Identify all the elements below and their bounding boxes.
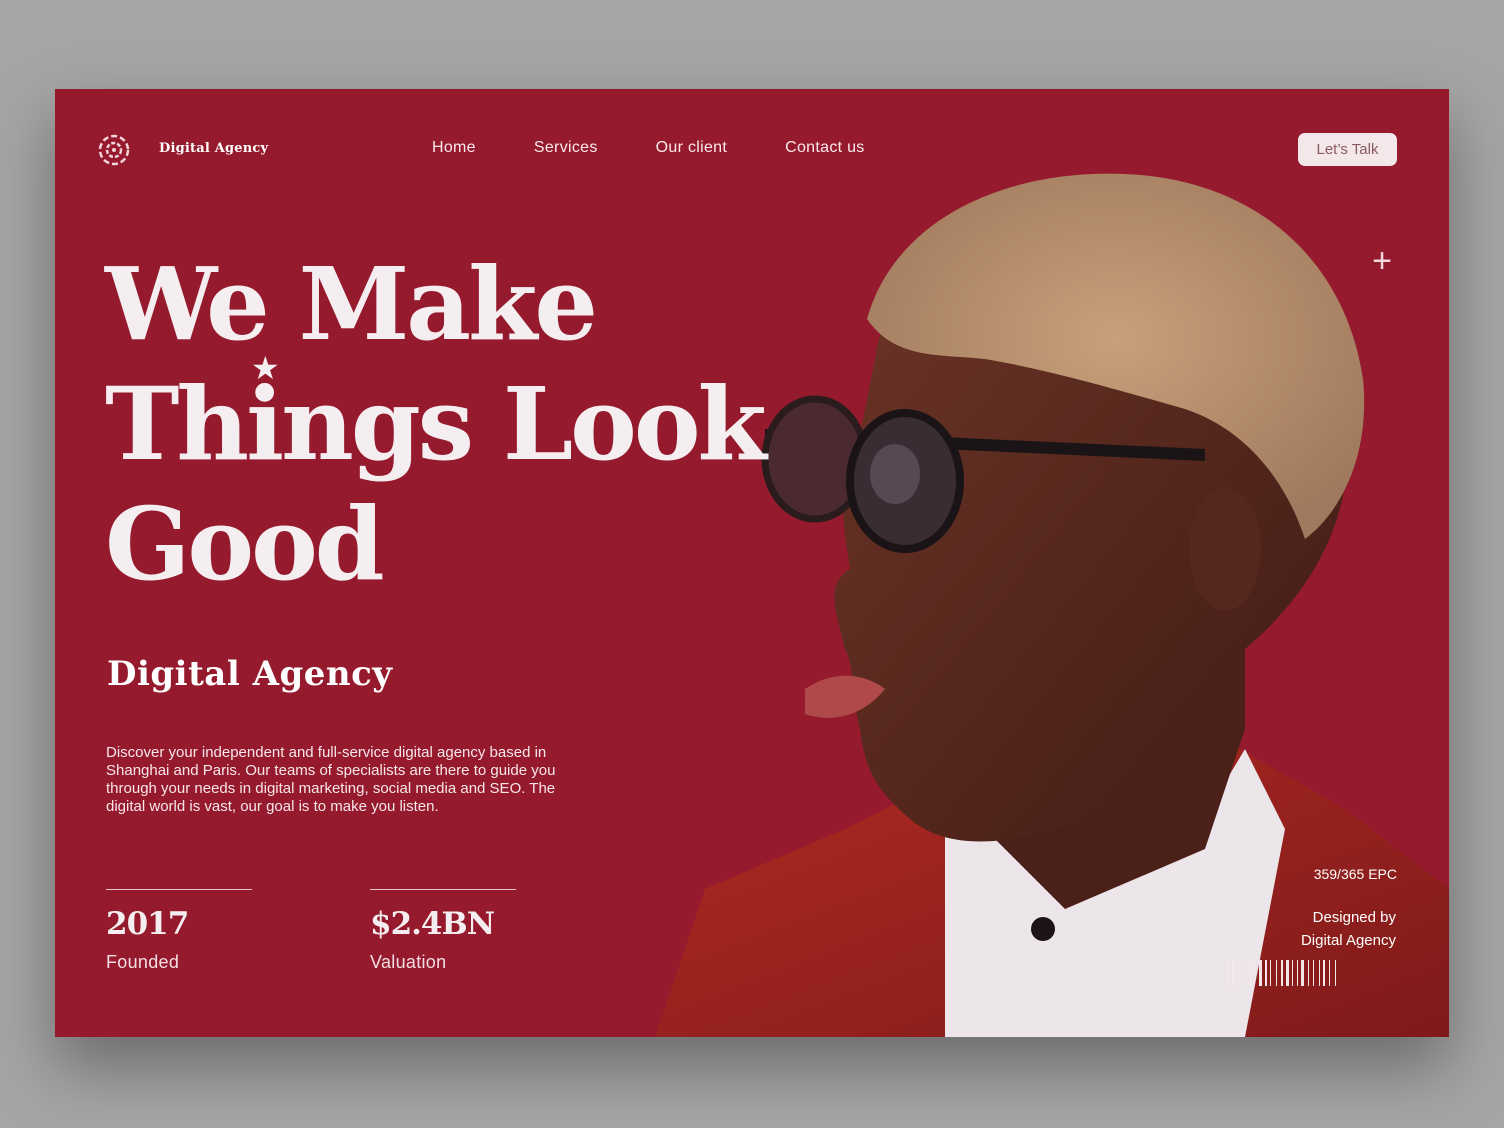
hero-headline: We Make Things Look Good ★: [105, 244, 767, 604]
epc-label: 359/365 EPC: [1313, 866, 1397, 882]
hero-subtitle: Digital Agency: [107, 654, 393, 694]
headline-line-1: We Make: [105, 245, 598, 363]
headline-line-3: Good: [105, 485, 385, 603]
nav-item-contact-us[interactable]: Contact us: [785, 139, 864, 157]
lets-talk-button[interactable]: Let’s Talk: [1298, 133, 1397, 166]
main-nav: Home Services Our client Contact us: [432, 139, 865, 157]
designed-by: Designed by Digital Agency: [1301, 906, 1396, 952]
stat-label: Valuation: [370, 952, 447, 972]
stat-value: $2.4BN: [370, 906, 495, 942]
hero-description: Discover your independent and full-servi…: [106, 744, 556, 815]
designed-by-line-2: Digital Agency: [1300, 932, 1396, 949]
divider: [106, 889, 252, 890]
hero-card: Digital Agency Home Services Our client …: [55, 89, 1449, 1037]
barcode-icon: [1227, 960, 1336, 986]
headline-line-2: Things Look: [105, 365, 767, 483]
stat-valuation: $2.4BN Valuation: [370, 889, 516, 973]
designed-by-line-1: Designed by: [1312, 909, 1396, 926]
plus-icon[interactable]: +: [1367, 244, 1397, 278]
nav-item-our-client[interactable]: Our client: [656, 139, 727, 157]
nav-item-services[interactable]: Services: [534, 139, 598, 157]
star-icon: ★: [251, 350, 280, 386]
nav-item-home[interactable]: Home: [432, 139, 476, 157]
stat-founded: 2017 Founded: [106, 889, 252, 973]
hero-portrait-image: [645, 129, 1449, 1037]
divider: [370, 889, 516, 890]
stat-value: 2017: [106, 906, 189, 942]
brand-name[interactable]: Digital Agency: [159, 141, 268, 156]
logo-icon[interactable]: [98, 134, 130, 166]
stat-label: Founded: [106, 952, 180, 972]
